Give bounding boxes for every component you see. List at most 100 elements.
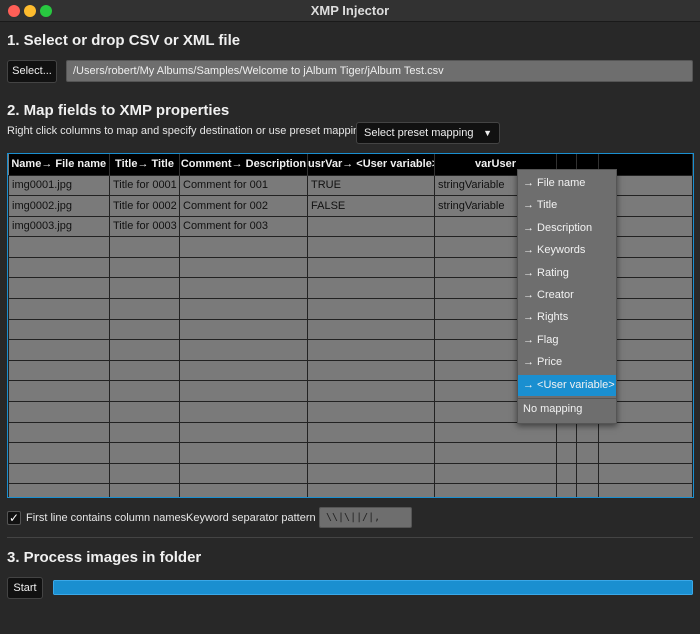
table-cell[interactable] bbox=[307, 339, 435, 361]
table-cell[interactable] bbox=[179, 380, 308, 403]
table-cell[interactable] bbox=[109, 462, 180, 485]
table-cell[interactable] bbox=[179, 359, 308, 382]
table-cell[interactable] bbox=[8, 236, 110, 258]
table-cell[interactable] bbox=[576, 462, 599, 485]
table-cell[interactable] bbox=[307, 236, 435, 258]
table-cell[interactable] bbox=[179, 421, 308, 444]
file-path-field[interactable]: /Users/robert/My Albums/Samples/Welcome … bbox=[66, 60, 693, 82]
table-cell[interactable]: Title for 0002 bbox=[109, 195, 180, 217]
menu-item[interactable]: → Rating bbox=[518, 263, 616, 284]
menu-item[interactable]: → Description bbox=[518, 218, 616, 239]
table-row[interactable] bbox=[8, 462, 693, 485]
table-cell[interactable]: Comment for 001 bbox=[179, 174, 308, 197]
table-cell[interactable] bbox=[179, 442, 308, 464]
zoom-button[interactable] bbox=[40, 5, 52, 17]
menu-item[interactable]: → File name bbox=[518, 173, 616, 194]
separator-pattern-input[interactable]: \\|\||/|, bbox=[319, 507, 412, 528]
table-cell[interactable] bbox=[179, 462, 308, 485]
menu-item[interactable]: → Title bbox=[518, 195, 616, 216]
table-cell[interactable] bbox=[598, 421, 693, 444]
table-cell[interactable]: Title for 0001 bbox=[109, 174, 180, 197]
table-cell[interactable] bbox=[307, 462, 435, 485]
table-cell[interactable] bbox=[179, 318, 308, 341]
table-cell[interactable] bbox=[8, 442, 110, 464]
table-cell[interactable] bbox=[307, 401, 435, 423]
menu-item[interactable]: → Creator bbox=[518, 285, 616, 306]
menu-item[interactable]: → <User variable> bbox=[518, 374, 616, 396]
table-cell[interactable] bbox=[8, 339, 110, 361]
table-cell[interactable] bbox=[109, 339, 180, 361]
table-cell[interactable] bbox=[307, 483, 435, 497]
table-cell[interactable] bbox=[109, 236, 180, 258]
menu-item-no-mapping[interactable]: No mapping bbox=[518, 399, 616, 420]
start-button[interactable]: Start bbox=[7, 577, 43, 599]
table-cell[interactable] bbox=[598, 483, 693, 497]
table-cell[interactable] bbox=[109, 256, 180, 279]
table-row[interactable] bbox=[8, 442, 693, 464]
table-cell[interactable] bbox=[307, 277, 435, 300]
table-cell[interactable] bbox=[434, 421, 557, 444]
table-cell[interactable] bbox=[8, 483, 110, 497]
table-cell[interactable] bbox=[307, 318, 435, 341]
table-cell[interactable] bbox=[8, 318, 110, 341]
table-cell[interactable] bbox=[576, 483, 599, 497]
table-cell[interactable] bbox=[109, 483, 180, 497]
table-cell[interactable]: img0002.jpg bbox=[8, 195, 110, 217]
table-cell[interactable] bbox=[179, 339, 308, 361]
table-cell[interactable] bbox=[8, 462, 110, 485]
table-cell[interactable] bbox=[307, 215, 435, 238]
table-cell[interactable]: FALSE bbox=[307, 195, 435, 217]
table-cell[interactable]: Comment for 003 bbox=[179, 215, 308, 238]
table-cell[interactable] bbox=[8, 401, 110, 423]
table-row[interactable] bbox=[8, 483, 693, 497]
table-cell[interactable] bbox=[109, 359, 180, 382]
table-cell[interactable] bbox=[576, 421, 599, 444]
table-cell[interactable] bbox=[434, 462, 557, 485]
table-cell[interactable] bbox=[434, 483, 557, 497]
menu-item[interactable]: → Price bbox=[518, 352, 616, 373]
table-cell[interactable] bbox=[8, 256, 110, 279]
table-cell[interactable] bbox=[556, 483, 577, 497]
table-cell[interactable] bbox=[556, 421, 577, 444]
table-cell[interactable]: img0003.jpg bbox=[8, 215, 110, 238]
table-cell[interactable] bbox=[109, 277, 180, 300]
table-cell[interactable] bbox=[179, 277, 308, 300]
table-cell[interactable] bbox=[8, 421, 110, 444]
table-cell[interactable] bbox=[109, 401, 180, 423]
close-button[interactable] bbox=[8, 5, 20, 17]
table-cell[interactable] bbox=[307, 380, 435, 403]
table-cell[interactable] bbox=[8, 380, 110, 403]
table-cell[interactable] bbox=[576, 442, 599, 464]
column-header[interactable]: Comment→ Description bbox=[179, 154, 308, 175]
table-cell[interactable] bbox=[8, 359, 110, 382]
table-cell[interactable]: TRUE bbox=[307, 174, 435, 197]
table-cell[interactable] bbox=[109, 421, 180, 444]
column-header[interactable]: usrVar→ <User variable> bbox=[307, 154, 435, 175]
table-cell[interactable] bbox=[434, 442, 557, 464]
table-cell[interactable] bbox=[109, 442, 180, 464]
table-cell[interactable] bbox=[179, 236, 308, 258]
table-cell[interactable] bbox=[307, 359, 435, 382]
table-cell[interactable] bbox=[598, 462, 693, 485]
table-cell[interactable] bbox=[556, 442, 577, 464]
table-cell[interactable] bbox=[556, 462, 577, 485]
select-file-button[interactable]: Select... bbox=[7, 60, 57, 83]
table-cell[interactable] bbox=[307, 256, 435, 279]
table-cell[interactable]: Comment for 002 bbox=[179, 195, 308, 217]
preset-mapping-select[interactable]: Select preset mapping ▼ bbox=[356, 122, 500, 144]
table-cell[interactable] bbox=[307, 442, 435, 464]
column-header[interactable]: Name→ File name bbox=[8, 154, 110, 175]
menu-item[interactable]: → Keywords bbox=[518, 240, 616, 261]
table-cell[interactable] bbox=[109, 318, 180, 341]
minimize-button[interactable] bbox=[24, 5, 36, 17]
menu-item[interactable]: → Rights bbox=[518, 307, 616, 328]
table-cell[interactable] bbox=[109, 380, 180, 403]
table-row[interactable] bbox=[8, 421, 693, 444]
table-cell[interactable] bbox=[179, 401, 308, 423]
column-header[interactable]: Title→ Title bbox=[109, 154, 180, 175]
table-cell[interactable] bbox=[8, 298, 110, 320]
table-cell[interactable] bbox=[109, 298, 180, 320]
table-cell[interactable] bbox=[179, 483, 308, 497]
table-cell[interactable] bbox=[179, 256, 308, 279]
menu-item[interactable]: → Flag bbox=[518, 330, 616, 351]
